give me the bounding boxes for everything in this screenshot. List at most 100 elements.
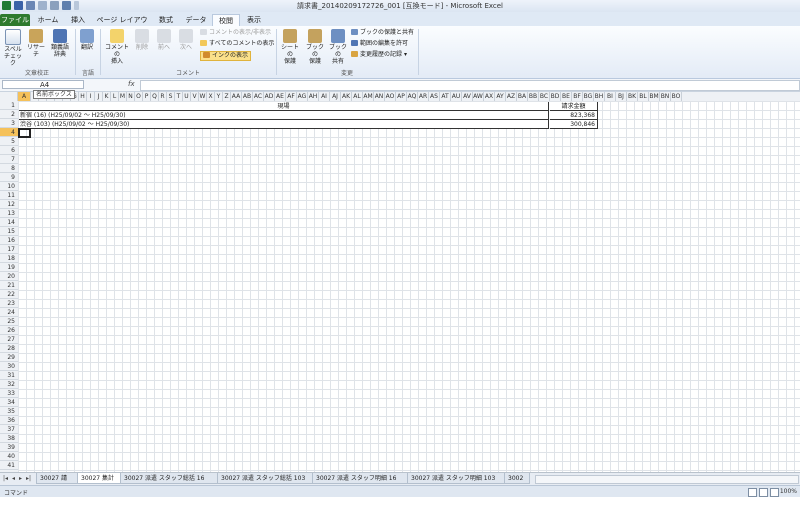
column-header[interactable]: V [191,92,199,101]
column-header[interactable]: BJ [616,92,627,101]
column-header[interactable]: BK [627,92,638,101]
table-row-amount[interactable]: 300,846 [550,120,598,129]
column-header[interactable]: P [143,92,151,101]
row-header[interactable]: 36 [0,416,18,425]
column-header[interactable]: AO [385,92,396,101]
column-header[interactable]: BD [550,92,561,101]
sheet-tab[interactable]: 3002 [504,473,530,484]
column-header[interactable]: M [119,92,127,101]
column-header[interactable]: AH [308,92,319,101]
row-header[interactable]: 2 [0,110,18,119]
row-header[interactable]: 38 [0,434,18,443]
sheet-tab[interactable]: 30027 派遣 スタッフ総括 103 [217,473,313,484]
header-cell-amount[interactable]: 請求金額 [550,102,598,111]
research-button[interactable]: リサーチ [26,29,46,58]
column-header[interactable]: AR [418,92,429,101]
row-header[interactable]: 29 [0,353,18,362]
row-header[interactable]: 13 [0,209,18,218]
page-layout-view-icon[interactable] [759,488,768,497]
row-header[interactable]: 32 [0,380,18,389]
column-header[interactable]: A [18,92,31,101]
column-header[interactable]: L [111,92,119,101]
tab-page-layout[interactable]: ページ レイアウト [94,14,150,36]
row-header[interactable]: 31 [0,371,18,380]
column-header[interactable]: AI [319,92,330,101]
insert-function-icon[interactable]: fx [128,80,135,88]
column-header[interactable]: AU [451,92,462,101]
column-header[interactable]: BA [517,92,528,101]
column-header[interactable]: K [103,92,111,101]
normal-view-icon[interactable] [748,488,757,497]
column-header[interactable]: AD [264,92,275,101]
column-header[interactable]: AV [462,92,473,101]
column-header[interactable]: AK [341,92,352,101]
row-header[interactable]: 10 [0,182,18,191]
column-header[interactable]: AX [484,92,495,101]
column-header[interactable]: R [159,92,167,101]
row-header[interactable]: 37 [0,425,18,434]
row-header[interactable]: 19 [0,263,18,272]
table-row-location[interactable]: 渋谷 (103) (H25/09/02 ～ H25/09/30) [19,120,549,129]
prev-sheet-icon[interactable]: ◂ [12,475,15,482]
row-header[interactable]: 33 [0,389,18,398]
column-header[interactable]: AW [473,92,484,101]
column-header[interactable]: AA [231,92,242,101]
column-header[interactable]: AN [374,92,385,101]
column-header[interactable]: AB [242,92,253,101]
column-header[interactable]: Z [223,92,231,101]
column-header[interactable]: BM [649,92,660,101]
next-sheet-icon[interactable]: ▸ [19,475,22,482]
horizontal-scrollbar[interactable] [535,475,799,484]
row-header[interactable]: 18 [0,254,18,263]
row-header[interactable]: 27 [0,335,18,344]
column-header[interactable]: BC [539,92,550,101]
show-all-comments-button[interactable]: すべてのコメントの表示 [200,40,274,48]
tab-data[interactable]: データ [183,14,209,26]
show-ink-button[interactable]: インクの表示 [200,51,252,61]
row-header[interactable]: 41 [0,461,18,470]
row-header[interactable]: 9 [0,173,18,182]
row-header[interactable]: 14 [0,218,18,227]
translate-button[interactable]: 翻訳 [78,29,96,51]
row-header[interactable]: 3 [0,119,18,128]
column-header[interactable]: AE [275,92,286,101]
previous-comment-button[interactable]: 前へ [155,29,173,51]
column-header[interactable]: S [167,92,175,101]
select-all-corner[interactable] [0,92,18,101]
zoom-level[interactable]: 100% [780,488,797,495]
column-header[interactable]: AF [286,92,297,101]
column-header[interactable]: AZ [506,92,517,101]
spell-check-button[interactable]: スペル チェック [3,29,23,67]
row-header[interactable]: 39 [0,443,18,452]
table-row-amount[interactable]: 823,368 [550,111,598,120]
share-workbook-button[interactable]: ブックの 共有 [328,29,348,65]
row-header[interactable]: 16 [0,236,18,245]
sheet-tab[interactable]: 30027 派遣 スタッフ明細 16 [312,473,408,484]
column-header[interactable]: O [135,92,143,101]
sheet-tab[interactable]: 30027 請 [36,473,78,484]
row-header[interactable]: 8 [0,164,18,173]
row-header[interactable]: 17 [0,245,18,254]
column-header[interactable]: AP [396,92,407,101]
sheet-tab[interactable]: 30027 派遣 スタッフ明細 103 [407,473,505,484]
column-header[interactable]: BE [561,92,572,101]
column-header[interactable]: BF [572,92,583,101]
column-header[interactable]: BH [594,92,605,101]
column-header[interactable]: BG [583,92,594,101]
column-header[interactable]: T [175,92,183,101]
row-header[interactable]: 28 [0,344,18,353]
protect-and-share-button[interactable]: ブックの保護と共有 [351,29,414,37]
delete-comment-button[interactable]: 削除 [133,29,151,51]
row-header[interactable]: 4 [0,128,18,137]
column-header[interactable]: AC [253,92,264,101]
column-header[interactable]: U [183,92,191,101]
row-header[interactable]: 25 [0,317,18,326]
row-header[interactable]: 30 [0,362,18,371]
row-header[interactable]: 5 [0,137,18,146]
column-header[interactable]: AY [495,92,506,101]
page-break-view-icon[interactable] [770,488,779,497]
last-sheet-icon[interactable]: ▸| [26,475,31,482]
row-header[interactable]: 34 [0,398,18,407]
tab-view[interactable]: 表示 [242,14,266,26]
column-header[interactable]: BO [671,92,682,101]
